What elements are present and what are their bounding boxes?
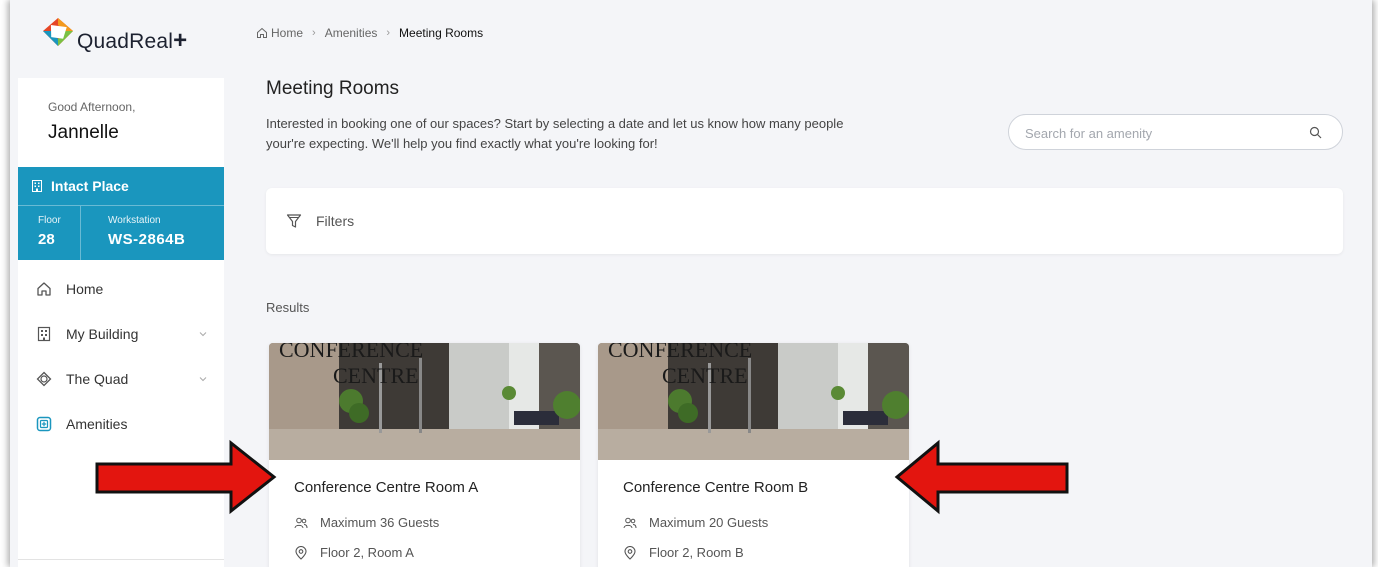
- location-panel[interactable]: Intact Place Floor 28 Workstation WS-286…: [18, 167, 224, 260]
- chevron-right-icon: ›: [386, 27, 391, 39]
- amenities-icon: [36, 416, 52, 432]
- quadreal-logo-icon: [43, 18, 73, 46]
- sidebar-item-label: My Building: [66, 326, 139, 342]
- room-photo: CONFERENCE CENTRE: [598, 343, 909, 460]
- location-pin-icon: [295, 545, 307, 560]
- photo-sign-line-1: CONFERENCE: [608, 343, 752, 362]
- photo-sign-line-2: CENTRE: [333, 363, 419, 388]
- user-name: Jannelle: [48, 122, 119, 143]
- guests-text: Maximum 20 Guests: [649, 515, 769, 530]
- sidebar-item-my-building[interactable]: My Building: [18, 319, 224, 349]
- quad-icon: [36, 371, 52, 387]
- home-icon: [37, 282, 51, 296]
- page-title: Meeting Rooms: [266, 78, 400, 99]
- search-box[interactable]: [1008, 114, 1343, 150]
- card-location: Floor 2, Room A: [294, 545, 414, 560]
- brand-name: QuadReal+: [77, 27, 188, 54]
- floor-info: Floor 28: [18, 206, 81, 260]
- page-description: Interested in booking one of our spaces?…: [266, 116, 844, 151]
- building-header[interactable]: Intact Place: [18, 167, 224, 206]
- home-icon: [257, 27, 267, 38]
- breadcrumb-amenities[interactable]: Amenities: [325, 26, 378, 40]
- guests-icon: [294, 517, 308, 528]
- sidebar-item-amenities[interactable]: Amenities: [18, 409, 224, 439]
- logo[interactable]: QuadReal+: [10, 0, 223, 76]
- sidebar-item-label: Amenities: [66, 416, 128, 432]
- workstation-info: Workstation WS-2864B: [81, 206, 224, 260]
- breadcrumb: Home › Amenities › Meeting Rooms: [256, 26, 483, 40]
- annotation-arrow-left-icon: [894, 439, 1069, 515]
- breadcrumb-current: Meeting Rooms: [399, 26, 484, 40]
- floor-value: 28: [38, 231, 55, 248]
- chevron-down-icon[interactable]: [198, 329, 208, 339]
- filters-label: Filters: [316, 213, 355, 229]
- room-photo: CONFERENCE CENTRE: [269, 343, 580, 460]
- greeting: Good Afternoon,: [48, 100, 136, 114]
- location-pin-icon: [624, 545, 636, 560]
- search-icon[interactable]: [1309, 126, 1322, 139]
- location-text: Floor 2, Room B: [649, 545, 744, 560]
- sidebar-item-label: Home: [66, 281, 104, 297]
- card-title[interactable]: Conference Centre Room A: [294, 479, 478, 496]
- amenity-card-room-b[interactable]: CONFERENCE CENTRE Conference Centre Room…: [598, 343, 909, 567]
- chevron-down-icon[interactable]: [198, 374, 208, 384]
- workstation-label: Workstation: [108, 215, 161, 226]
- filters-bar[interactable]: Filters: [266, 188, 1343, 254]
- search-input[interactable]: [1025, 123, 1295, 143]
- breadcrumb-home[interactable]: Home: [271, 26, 303, 40]
- filter-icon: [286, 214, 302, 228]
- card-guests: Maximum 20 Guests: [623, 515, 768, 530]
- card-guests: Maximum 36 Guests: [294, 515, 439, 530]
- photo-sign-line-2: CENTRE: [662, 363, 748, 388]
- sidebar-item-label: The Quad: [66, 371, 129, 387]
- guests-text: Maximum 36 Guests: [320, 515, 440, 530]
- floor-label: Floor: [38, 215, 61, 226]
- chevron-right-icon: ›: [312, 27, 316, 39]
- sidebar-item-the-quad[interactable]: The Quad: [18, 364, 224, 394]
- sidebar-item-home[interactable]: Home: [18, 274, 224, 304]
- card-title[interactable]: Conference Centre Room B: [623, 479, 808, 496]
- results-label: Results: [266, 300, 310, 315]
- app-frame: QuadReal+ Good Afternoon, Jannelle Intac…: [10, 0, 1372, 567]
- workstation-value: WS-2864B: [108, 231, 186, 248]
- card-location: Floor 2, Room B: [623, 545, 744, 560]
- photo-sign-line-1: CONFERENCE: [279, 343, 423, 362]
- guests-icon: [623, 517, 637, 528]
- amenity-card-room-a[interactable]: CONFERENCE CENTRE Conference Centre Room…: [269, 343, 580, 567]
- divider: [18, 559, 224, 560]
- annotation-arrow-right-icon: [95, 439, 277, 515]
- building-name: Intact Place: [51, 178, 129, 194]
- building-icon: [37, 326, 51, 342]
- building-icon: [32, 180, 42, 192]
- location-text: Floor 2, Room A: [320, 545, 414, 560]
